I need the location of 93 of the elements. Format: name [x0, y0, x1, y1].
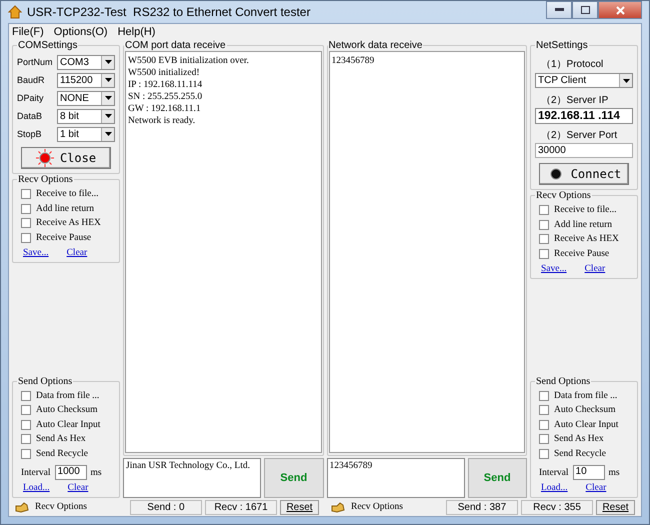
receive-text-area[interactable]: W5500 EVB initialization over. W5500 initialized! IP : 192.168.11.114 SN : 255.255.255.0 GW : 192.168.11.1 Network is ready.: [125, 51, 322, 453]
recv-count: Recv : 1671: [204, 500, 278, 514]
interval-label: Interval: [21, 468, 51, 478]
group-title: COMSettings: [17, 40, 78, 51]
minimize-button[interactable]: [546, 1, 572, 19]
caret-icon: [622, 78, 630, 82]
field-label: DPaity: [17, 93, 45, 103]
checkbox-option[interactable]: Send As Hex: [17, 432, 115, 446]
server-port-label: （2）Server Port: [540, 129, 618, 143]
checkbox-option[interactable]: Add line return: [535, 218, 633, 232]
field-label: StopB: [17, 129, 43, 139]
close-button[interactable]: [598, 1, 642, 19]
checkbox-option[interactable]: Auto Clear Input: [535, 418, 633, 432]
server-port-field[interactable]: 30000: [535, 143, 633, 158]
checkbox-option[interactable]: Receive to file...: [535, 203, 633, 218]
checkbox-option[interactable]: Receive As HEX: [17, 216, 115, 230]
checkbox-option[interactable]: Receive As HEX: [535, 232, 633, 246]
receive-text-area[interactable]: 123456789: [328, 51, 525, 453]
checkbox-option[interactable]: Auto Checksum: [17, 403, 115, 418]
received-line: IP : 192.168.11.114: [128, 79, 204, 91]
maximize-button[interactable]: [572, 1, 598, 19]
recv-count: Recv : 355: [520, 500, 594, 514]
field-label: BaudR: [17, 75, 46, 85]
server-ip-label: （2）Server IP: [540, 94, 610, 108]
group-title: Send Options: [17, 376, 74, 386]
field-label: PortNum: [17, 57, 54, 67]
received-line: W5500 initialized!: [128, 67, 200, 79]
status-recv-options[interactable]: Recv Options: [351, 502, 403, 512]
menu-item[interactable]: File(F): [12, 26, 44, 38]
checkbox-option[interactable]: Send Recycle: [17, 446, 115, 461]
link[interactable]: Load...: [23, 483, 50, 493]
caret-icon: [104, 60, 112, 64]
group-title: Send Options: [535, 376, 592, 386]
link[interactable]: Clear: [68, 483, 88, 493]
interval-label: Interval: [539, 468, 569, 478]
minimize-icon: [554, 8, 564, 12]
checkbox-option[interactable]: Data from file ...: [17, 388, 115, 403]
dropdown[interactable]: 115200: [57, 72, 115, 88]
protocol-dropdown[interactable]: TCP Client: [535, 73, 633, 88]
checkbox-option[interactable]: Auto Clear Input: [17, 418, 115, 432]
link[interactable]: Save...: [23, 248, 49, 258]
caret-icon: [104, 114, 112, 118]
checkbox-option[interactable]: Receive to file...: [17, 187, 115, 202]
send-text-area[interactable]: Jinan USR Technology Co., Ltd.: [123, 458, 261, 498]
caret-icon: [104, 78, 112, 82]
protocol-label: （1）Protocol: [540, 58, 604, 72]
field-label: DataB: [17, 111, 44, 121]
reset-button[interactable]: Reset: [596, 500, 635, 514]
dropdown[interactable]: COM3: [57, 54, 115, 70]
menu-item[interactable]: Help(H): [118, 26, 156, 38]
send-text-area[interactable]: 123456789: [326, 458, 464, 498]
received-line: Network is ready.: [128, 115, 196, 127]
link[interactable]: Load...: [541, 483, 568, 493]
group-title: Recv Options: [535, 190, 592, 201]
unit-label: ms: [90, 468, 102, 478]
reset-button[interactable]: Reset: [280, 500, 319, 514]
group-title: Network data receive: [328, 40, 424, 51]
checkbox-option[interactable]: Send As Hex: [535, 432, 633, 446]
caret-icon: [104, 132, 112, 136]
send-count: Send : 387: [446, 500, 518, 514]
link[interactable]: Save...: [541, 264, 567, 274]
interval-field[interactable]: 10: [572, 465, 605, 480]
checkbox-option[interactable]: Add line return: [17, 202, 115, 216]
caret-icon: [104, 96, 112, 100]
received-line: W5500 EVB initialization over.: [128, 55, 250, 67]
interval-field[interactable]: 1000: [54, 465, 87, 480]
dropdown[interactable]: 8 bit: [57, 108, 115, 124]
checkbox-option[interactable]: Auto Checksum: [535, 403, 633, 418]
group-title: COM port data receive: [124, 40, 227, 51]
received-line: GW : 192.168.11.1: [128, 103, 202, 115]
checkbox-option[interactable]: Receive Pause: [17, 230, 115, 245]
server-ip-field[interactable]: 192.168.11 .114: [535, 108, 633, 124]
close-port-button[interactable]: Close: [21, 147, 111, 169]
unit-label: ms: [608, 468, 620, 478]
checkbox-option[interactable]: Receive Pause: [535, 246, 633, 261]
checkbox-option[interactable]: Send Recycle: [535, 446, 633, 461]
link[interactable]: Clear: [584, 264, 606, 274]
window-title: USR-TCP232-Test RS232 to Ethernet Convert tester: [27, 5, 312, 19]
send-count: Send : 0: [130, 500, 202, 514]
checkbox-option[interactable]: Data from file ...: [535, 388, 633, 403]
status-recv-options[interactable]: Recv Options: [35, 502, 87, 512]
received-line: SN : 255.255.255.0: [128, 91, 204, 103]
group-title: NetSettings: [535, 40, 589, 51]
dropdown[interactable]: NONE: [57, 90, 115, 106]
menu-item[interactable]: Options(O): [54, 26, 108, 38]
link[interactable]: Clear: [66, 248, 88, 258]
link[interactable]: Clear: [586, 483, 606, 493]
maximize-icon: [580, 6, 590, 14]
connect-button[interactable]: Connect: [539, 163, 629, 185]
group-title: Recv Options: [17, 174, 74, 185]
received-line: 123456789: [332, 55, 376, 67]
dropdown[interactable]: 1 bit: [57, 126, 115, 142]
close-icon: [616, 6, 624, 14]
